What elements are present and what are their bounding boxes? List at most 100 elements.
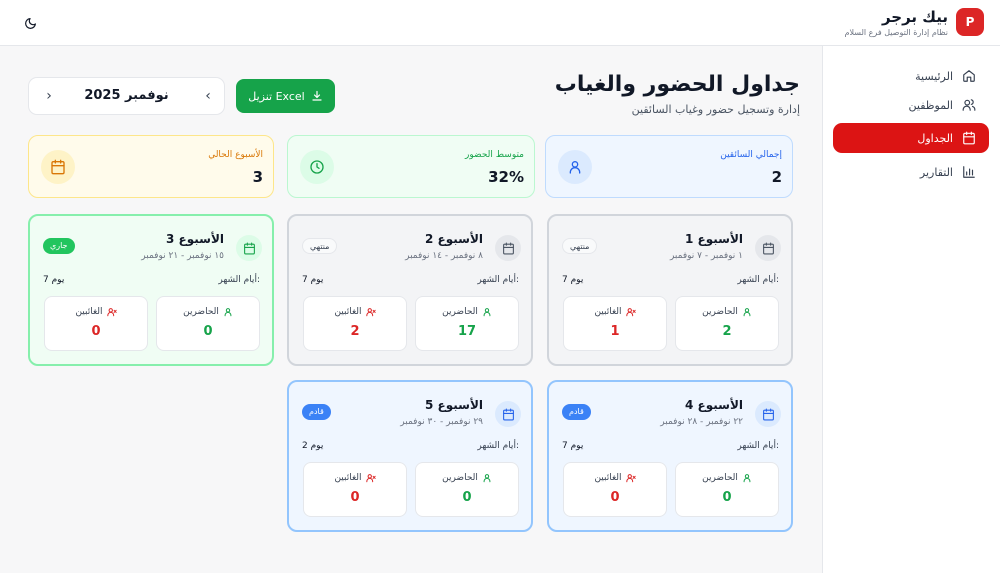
- user-check-icon: [483, 474, 491, 483]
- week-range: ٨ نوفمبر - ١٤ نوفمبر: [405, 251, 483, 261]
- days-value: 7 يوم: [562, 275, 584, 285]
- present-header: الحاضرين: [676, 473, 778, 483]
- user-x-icon: [365, 308, 376, 317]
- bar-chart-icon: [963, 166, 975, 178]
- absent-label: الغائبين: [75, 307, 103, 317]
- user-check-icon: [743, 308, 751, 317]
- calendar-icon: [963, 131, 975, 145]
- present-count: 0: [203, 324, 213, 339]
- stat-label: متوسط الحضور: [465, 150, 524, 160]
- theme-toggle-button[interactable]: [20, 13, 40, 33]
- absent-header: الغائبين: [564, 307, 666, 317]
- week-range: ٢٩ نوفمبر - ٣٠ نوفمبر: [400, 417, 483, 427]
- status-badge: منتهي: [562, 238, 598, 254]
- present-count-box: الحاضرين 17: [415, 296, 519, 351]
- days-label: أيام الشهر:: [218, 275, 260, 285]
- days-value: 2 يوم: [302, 441, 324, 451]
- week-title: الأسبوع 2: [424, 232, 483, 246]
- present-label: الحاضرين: [442, 473, 478, 483]
- prev-month-button[interactable]: ‹: [198, 86, 218, 106]
- present-count-box: الحاضرين 0: [156, 296, 260, 351]
- present-label: الحاضرين: [183, 307, 219, 317]
- status-badge: قادم: [302, 404, 331, 420]
- sidebar-item-employees[interactable]: الموظفين: [833, 90, 989, 120]
- present-count: 0: [722, 490, 732, 505]
- calendar-icon: [762, 408, 774, 420]
- calendar-icon: [502, 408, 514, 420]
- download-label: تنزيل Excel: [248, 89, 305, 103]
- days-label: أيام الشهر:: [737, 441, 779, 451]
- present-count-box: الحاضرين 0: [415, 462, 519, 517]
- download-excel-button[interactable]: تنزيل Excel: [236, 79, 335, 113]
- week-card-3[interactable]: الأسبوع 3 ١٥ نوفمبر - ٢١ نوفمبر جاري أيا…: [28, 214, 274, 366]
- user-x-icon: [625, 474, 636, 483]
- present-header: الحاضرين: [416, 473, 518, 483]
- sidebar-item-schedules[interactable]: الجداول: [833, 123, 989, 153]
- absent-header: الغائبين: [45, 307, 147, 317]
- sidebar-item-label: الرئيسية: [915, 69, 953, 83]
- present-label: الحاضرين: [442, 307, 478, 317]
- days-label: أيام الشهر:: [477, 441, 519, 451]
- absent-label: الغائبين: [594, 307, 622, 317]
- week-title: الأسبوع 5: [424, 398, 483, 412]
- present-count: 0: [462, 490, 472, 505]
- absent-label: الغائبين: [334, 307, 362, 317]
- days-value: 7 يوم: [562, 441, 584, 451]
- status-badge: جاري: [43, 238, 75, 254]
- present-header: الحاضرين: [416, 307, 518, 317]
- week-icon-wrap: [755, 401, 781, 427]
- status-badge: منتهي: [302, 238, 338, 254]
- days-label: أيام الشهر:: [477, 275, 519, 285]
- stat-icon-wrap: [300, 150, 334, 184]
- stat-icon-wrap: [41, 150, 75, 184]
- present-count: 2: [722, 324, 732, 339]
- brand-logo: P: [956, 8, 984, 36]
- week-range: ١٥ نوفمبر - ٢١ نوفمبر: [141, 251, 224, 261]
- absent-count: 2: [350, 324, 360, 339]
- page-title: جداول الحضور والغياب: [554, 72, 800, 97]
- sidebar-item-reports[interactable]: التقارير: [833, 157, 989, 187]
- stat-icon-wrap: [558, 150, 592, 184]
- status-badge: قادم: [562, 404, 591, 420]
- days-label: أيام الشهر:: [737, 275, 779, 285]
- user-x-icon: [625, 308, 636, 317]
- moon-icon: [24, 17, 36, 29]
- absent-header: الغائبين: [304, 473, 406, 483]
- week-card-4[interactable]: الأسبوع 4 ٢٢ نوفمبر - ٢٨ نوفمبر قادم أيا…: [547, 380, 793, 532]
- absent-count-box: الغائبين 0: [44, 296, 148, 351]
- home-icon: [963, 70, 975, 82]
- stat-value: 32%: [488, 168, 524, 186]
- week-title: الأسبوع 3: [165, 232, 224, 246]
- stat-card-total-drivers: إجمالي السائقين 2: [545, 135, 793, 198]
- stat-value: 3: [252, 168, 263, 186]
- stat-value: 2: [771, 168, 782, 186]
- present-count-box: الحاضرين 2: [675, 296, 779, 351]
- week-icon-wrap: [755, 235, 781, 261]
- stat-label: إجمالي السائقين: [720, 150, 782, 160]
- user-icon: [569, 161, 581, 174]
- download-icon: [312, 90, 322, 101]
- month-navigator: › نوفمبر 2025 ‹: [28, 77, 225, 115]
- brand-subtitle: نظام إدارة التوصيل فرع السلام: [844, 28, 948, 37]
- absent-label: الغائبين: [334, 473, 362, 483]
- absent-count: 1: [610, 324, 620, 339]
- brand-title: بيك برجر: [881, 8, 948, 26]
- week-card-5[interactable]: الأسبوع 5 ٢٩ نوفمبر - ٣٠ نوفمبر قادم أيا…: [287, 380, 533, 532]
- sidebar-item-label: الموظفين: [908, 98, 953, 112]
- sidebar-item-label: الجداول: [917, 131, 953, 145]
- absent-count: 0: [91, 324, 101, 339]
- absent-count-box: الغائبين 2: [303, 296, 407, 351]
- user-check-icon: [224, 308, 232, 317]
- sidebar-item-home[interactable]: الرئيسية: [833, 61, 989, 91]
- user-check-icon: [743, 474, 751, 483]
- user-check-icon: [483, 308, 491, 317]
- week-range: ١ نوفمبر - ٧ نوفمبر: [669, 251, 743, 261]
- week-card-1[interactable]: الأسبوع 1 ١ نوفمبر - ٧ نوفمبر منتهي أيام…: [547, 214, 793, 366]
- sidebar: الرئيسية الموظفين الجداول التقارير: [822, 46, 1000, 573]
- week-card-2[interactable]: الأسبوع 2 ٨ نوفمبر - ١٤ نوفمبر منتهي أيا…: [287, 214, 533, 366]
- user-x-icon: [106, 308, 117, 317]
- calendar-icon: [502, 242, 514, 254]
- absent-count-box: الغائبين 0: [303, 462, 407, 517]
- days-value: 7 يوم: [302, 275, 324, 285]
- present-header: الحاضرين: [676, 307, 778, 317]
